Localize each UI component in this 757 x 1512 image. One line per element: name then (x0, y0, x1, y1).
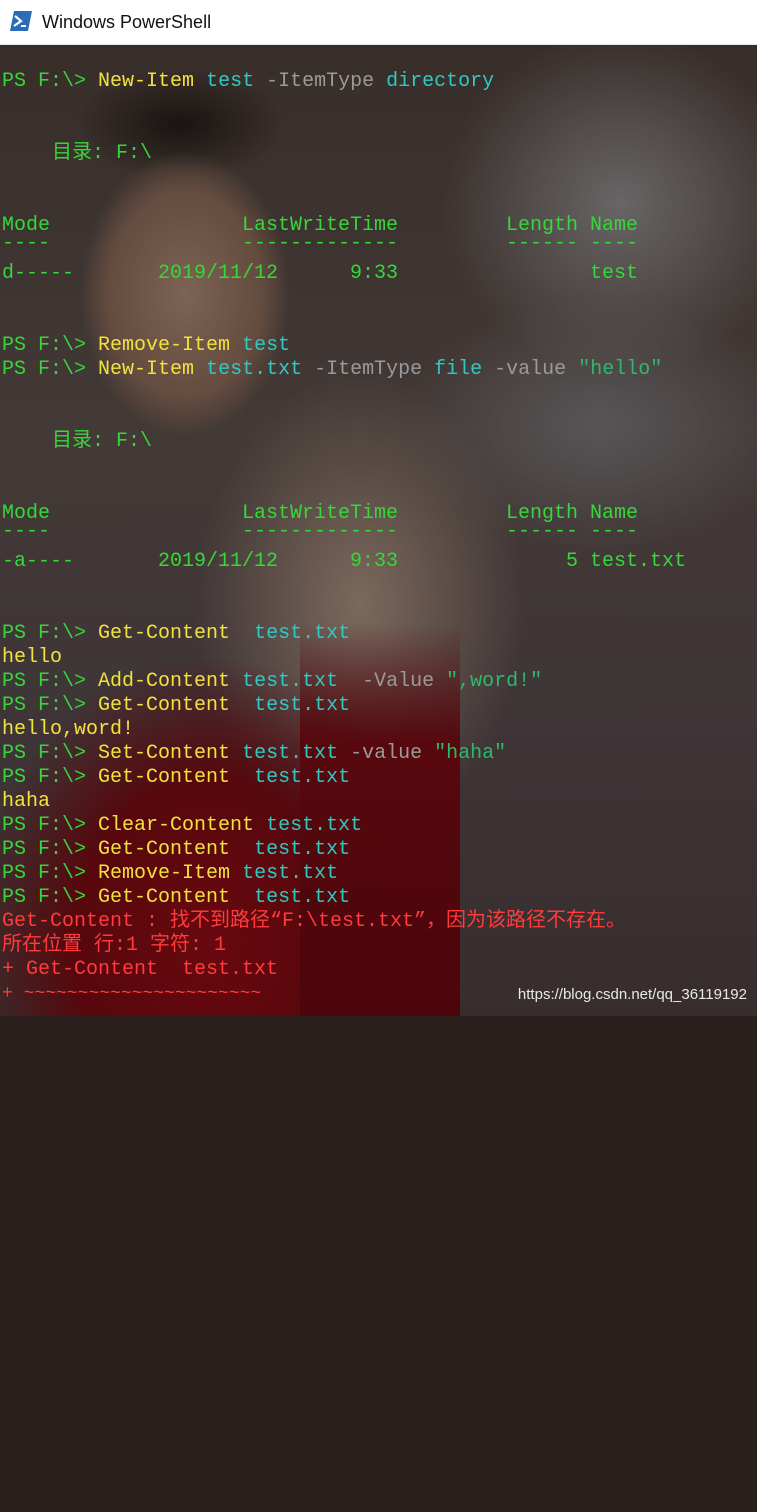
command-output: hello (2, 646, 63, 669)
command-line: PS F:\> Get-Content test.txt (2, 838, 351, 861)
command-output: hello,word! (2, 718, 135, 741)
command-line: PS F:\> Set-Content test.txt -value "hah… (2, 742, 507, 765)
console-output[interactable]: PS F:\> New-Item test -ItemType director… (0, 0, 757, 1016)
table-rule: ---- (2, 520, 51, 543)
table-rule: ------------- (242, 520, 399, 543)
table-rule: ---- (590, 520, 639, 543)
table-rule: ---- (2, 232, 51, 255)
command-line: PS F:\> Get-Content test.txt (2, 694, 351, 717)
directory-label: 目录: F:\ (52, 430, 153, 453)
command-line: PS F:\> Add-Content test.txt -Value ",wo… (2, 670, 543, 693)
command-line: PS F:\> New-Item test -ItemType director… (2, 70, 495, 93)
error-message: Get-Content : 找不到路径“F:\test.txt”，因为该路径不存… (2, 910, 627, 933)
table-cell-name: test (590, 262, 639, 285)
error-location: 所在位置 行:1 字符: 1 (2, 934, 227, 957)
command-line: PS F:\> New-Item test.txt -ItemType file… (2, 358, 663, 381)
directory-label: 目录: F:\ (52, 142, 153, 165)
error-underline: + ~~~~~~~~~~~~~~~~~~~~~~ (2, 984, 262, 1004)
command-line: PS F:\> Clear-Content test.txt (2, 814, 363, 837)
table-cell-mode: -a---- (2, 550, 75, 573)
table-cell-date: 2019/11/12 (158, 550, 279, 573)
command-line: PS F:\> Get-Content test.txt (2, 766, 351, 789)
command-line: PS F:\> Get-Content test.txt (2, 622, 351, 645)
table-rule: ------------- (242, 232, 399, 255)
table-cell-time: 9:33 (350, 262, 399, 285)
table-rule: ------ (506, 232, 579, 255)
table-cell-time: 9:33 (350, 550, 399, 573)
table-cell-date: 2019/11/12 (158, 262, 279, 285)
table-cell-length: 5 (566, 550, 579, 573)
table-rule: ---- (590, 232, 639, 255)
error-command: + Get-Content test.txt (2, 958, 279, 981)
watermark: https://blog.csdn.net/qq_36119192 (517, 986, 747, 1003)
command-output: haha (2, 790, 51, 813)
command-line: PS F:\> Remove-Item test (2, 334, 291, 357)
table-cell-name: test.txt (590, 550, 687, 573)
table-rule: ------ (506, 520, 579, 543)
command-line: PS F:\> Remove-Item test.txt (2, 862, 339, 885)
command-line: PS F:\> Get-Content test.txt (2, 886, 351, 909)
table-cell-mode: d----- (2, 262, 75, 285)
